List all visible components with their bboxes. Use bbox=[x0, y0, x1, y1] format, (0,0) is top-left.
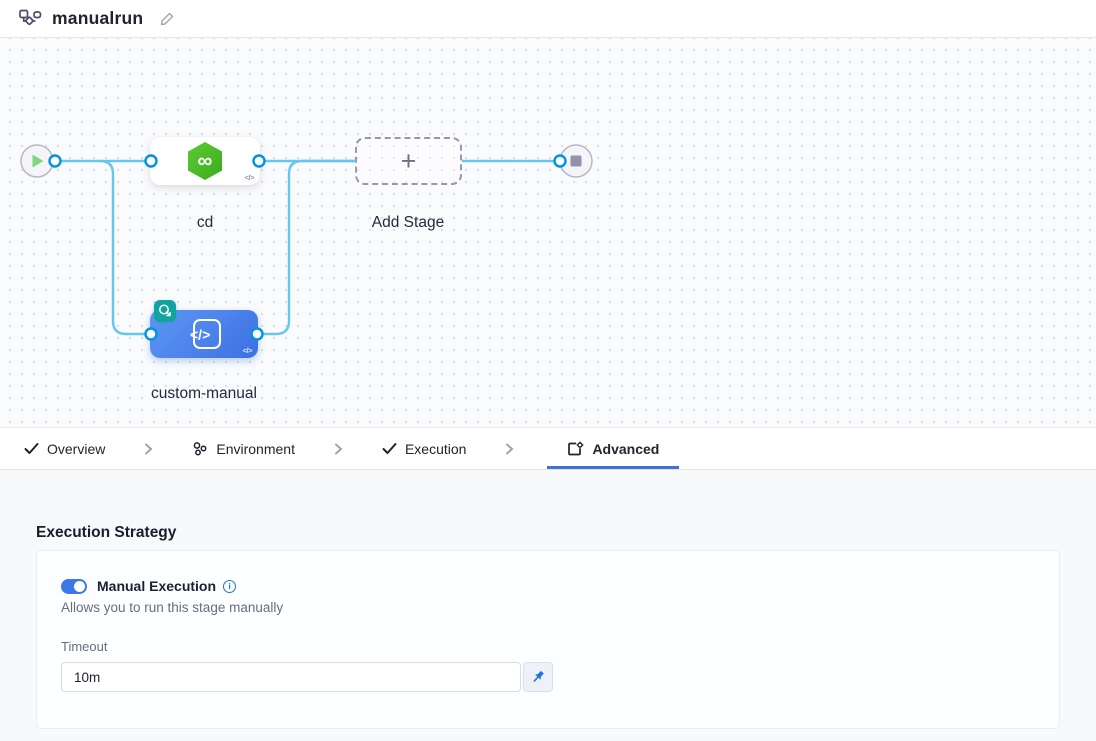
custom-stage-icon: </> bbox=[184, 318, 224, 350]
tab-advanced[interactable]: Advanced bbox=[547, 428, 679, 469]
tab-execution[interactable]: Execution bbox=[376, 428, 472, 469]
check-icon bbox=[382, 442, 397, 455]
advanced-settings-icon bbox=[567, 441, 584, 457]
page-header: manualrun bbox=[0, 0, 1096, 38]
tab-overview[interactable]: Overview bbox=[18, 428, 111, 469]
plus-icon: + bbox=[401, 148, 417, 175]
timeout-label: Timeout bbox=[61, 639, 1035, 654]
add-stage-button[interactable]: + bbox=[355, 137, 462, 185]
manual-execution-description: Allows you to run this stage manually bbox=[61, 600, 1035, 615]
fixed-value-pin-button[interactable] bbox=[523, 662, 553, 692]
manual-execution-label: Manual Execution bbox=[97, 578, 216, 594]
pipeline-edges bbox=[0, 38, 1096, 428]
timeout-input[interactable] bbox=[61, 662, 521, 692]
start-node bbox=[21, 145, 53, 177]
manual-execution-toggle[interactable] bbox=[61, 579, 87, 594]
tab-separator-chevron-icon bbox=[143, 428, 154, 469]
pipeline-title: manualrun bbox=[52, 8, 143, 29]
environment-icon bbox=[192, 441, 208, 457]
stage-config-tabs: Overview Environment Execution bbox=[0, 428, 1096, 470]
pin-icon bbox=[530, 669, 546, 685]
section-title-execution-strategy: Execution Strategy bbox=[36, 524, 1060, 542]
tab-environment[interactable]: Environment bbox=[186, 428, 301, 469]
tab-separator-chevron-icon bbox=[333, 428, 344, 469]
edit-pencil-icon[interactable] bbox=[159, 11, 175, 27]
manual-stage-badge bbox=[154, 300, 176, 322]
yaml-code-icon[interactable]: </> bbox=[245, 173, 254, 182]
yaml-code-icon[interactable]: </> bbox=[243, 346, 252, 355]
check-icon bbox=[24, 442, 39, 455]
click-circle-icon bbox=[157, 303, 173, 319]
pipeline-icon bbox=[18, 8, 42, 30]
info-icon[interactable]: i bbox=[223, 580, 236, 593]
pipeline-canvas[interactable]: ∞ </> + </> </> cd Add Stage custom-manu… bbox=[0, 38, 1096, 428]
end-node bbox=[560, 145, 592, 177]
stage-label-add-stage: Add Stage bbox=[348, 214, 468, 232]
stage-node-cd[interactable]: ∞ </> bbox=[150, 137, 260, 185]
tab-separator-chevron-icon bbox=[504, 428, 515, 469]
svg-text:∞: ∞ bbox=[198, 150, 213, 173]
stage-label-cd: cd bbox=[150, 214, 260, 232]
cd-stage-icon: ∞ bbox=[188, 142, 222, 180]
execution-strategy-card: Manual Execution i Allows you to run thi… bbox=[36, 550, 1060, 729]
connector-ports bbox=[50, 156, 566, 340]
advanced-panel: Execution Strategy Manual Execution i Al… bbox=[0, 470, 1096, 741]
stage-node-custom-manual[interactable]: </> </> bbox=[150, 310, 258, 358]
toggle-knob bbox=[74, 581, 85, 592]
svg-text:</>: </> bbox=[190, 327, 210, 343]
stage-label-custom-manual: custom-manual bbox=[124, 385, 284, 403]
